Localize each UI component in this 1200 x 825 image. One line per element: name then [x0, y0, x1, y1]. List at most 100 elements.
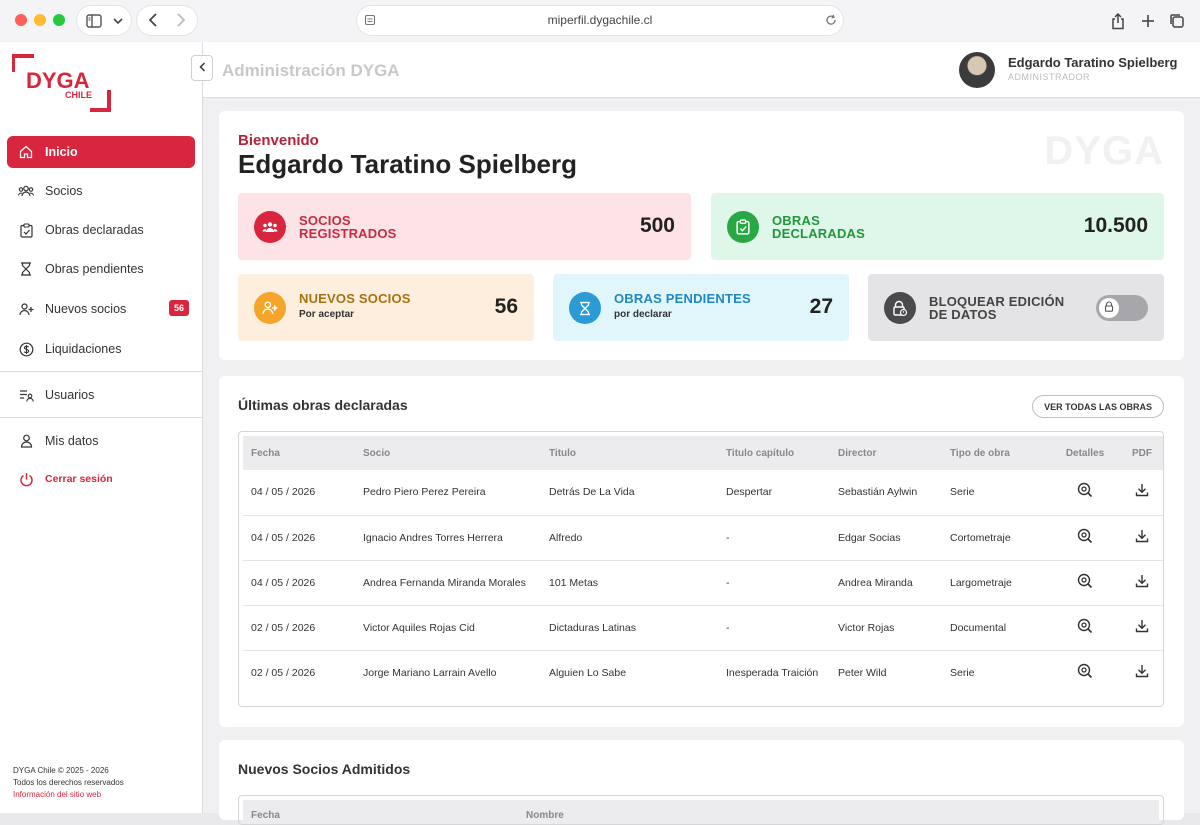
- stat-value: 500: [639, 214, 675, 237]
- sidebar: DYGA CHILE Inicio Socios Obras declarada…: [0, 42, 203, 813]
- search-details-icon: [1077, 483, 1093, 501]
- cell-tipo: Largometraje: [942, 560, 1054, 606]
- back-button[interactable]: [144, 11, 162, 29]
- sidebar-item-label: Obras pendientes: [45, 262, 144, 276]
- column-header[interactable]: Nombre: [526, 810, 564, 821]
- share-icon[interactable]: [1109, 11, 1127, 31]
- site-info-link[interactable]: Información del sitio web: [13, 789, 124, 801]
- toggle-knob: [1099, 298, 1119, 318]
- sidebar-item-label: Obras declaradas: [45, 223, 144, 237]
- dyga-watermark: DYGA: [1044, 129, 1164, 173]
- pdf-download-button[interactable]: [1116, 650, 1163, 695]
- address-bar[interactable]: miperfil.dygachile.cl: [357, 6, 843, 35]
- cell-director: Peter Wild: [838, 666, 887, 679]
- power-icon: [17, 470, 35, 488]
- column-header[interactable]: Titulo capítulo: [718, 436, 830, 470]
- cell-tipo: Cortometraje: [942, 515, 1054, 561]
- search-details-icon: [1077, 663, 1093, 682]
- collapse-sidebar-button[interactable]: [191, 55, 213, 81]
- ver-todas-obras-button[interactable]: VER TODAS LAS OBRAS: [1032, 395, 1164, 418]
- table-row: 04 / 05 / 2026 Pedro Piero Perez Pereira D…: [243, 470, 1163, 516]
- users-icon: [17, 182, 35, 200]
- details-button[interactable]: [1054, 515, 1116, 561]
- details-button[interactable]: [1054, 470, 1116, 516]
- stat-label: OBRAS DECLARADAS: [772, 214, 865, 240]
- pdf-download-button[interactable]: [1116, 470, 1163, 516]
- stat-value: 27: [809, 295, 833, 318]
- search-details-icon: [1077, 528, 1093, 547]
- sidebar-toggle-button[interactable]: [77, 6, 131, 35]
- details-button[interactable]: [1054, 650, 1116, 695]
- new-tab-icon[interactable]: [1139, 12, 1157, 30]
- pdf-download-button[interactable]: [1116, 560, 1163, 606]
- clipboard-check-icon: [727, 211, 759, 243]
- download-icon: [1135, 664, 1149, 681]
- cell-tipo: Serie: [950, 666, 975, 679]
- page-title: Administración DYGA: [222, 61, 400, 80]
- column-header[interactable]: Tipo de obra: [942, 436, 1054, 470]
- stat-obras-pendientes[interactable]: OBRAS PENDIENTES por declarar 27: [553, 274, 849, 341]
- lock-edit-toggle[interactable]: [1096, 295, 1148, 321]
- logout-button[interactable]: Cerrar sesión: [7, 463, 195, 495]
- sidebar-divider: [0, 371, 202, 372]
- tab-overview-icon[interactable]: [1167, 11, 1187, 31]
- search-details-icon: [1077, 618, 1093, 637]
- avatar[interactable]: [959, 52, 995, 88]
- minimize-window-button[interactable]: [34, 14, 46, 26]
- sidebar-item-nuevos-socios[interactable]: Nuevos socios 56: [7, 293, 195, 325]
- maximize-window-button[interactable]: [53, 14, 65, 26]
- column-header[interactable]: Socio: [355, 436, 541, 470]
- section-title: Nuevos Socios Admitidos: [238, 761, 411, 777]
- stat-label: NUEVOS SOCIOS: [299, 291, 411, 306]
- column-header[interactable]: Fecha: [251, 810, 280, 821]
- lock-icon: [1104, 299, 1114, 317]
- home-icon: [17, 143, 35, 161]
- cell-titulo: 101 Metas: [541, 560, 718, 606]
- stat-bloquear-edicion: BLOQUEAR EDICIÓN DE DATOS: [868, 274, 1164, 341]
- stat-socios-registrados[interactable]: SOCIOS REGISTRADOS 500: [238, 193, 691, 260]
- browser-toolbar: miperfil.dygachile.cl: [0, 0, 1200, 42]
- cell-fecha: 02 / 05 / 2026: [251, 666, 316, 679]
- cell-socio: Ignacio Andres Torres Herrera: [355, 515, 541, 561]
- column-header[interactable]: Fecha: [243, 436, 355, 470]
- stat-nuevos-socios[interactable]: NUEVOS SOCIOS Por aceptar 56: [238, 274, 534, 341]
- sidebar-item-label: Cerrar sesión: [45, 473, 113, 485]
- details-button[interactable]: [1054, 605, 1116, 651]
- cell-socio: Andrea Fernanda Miranda Morales: [355, 560, 541, 606]
- cell-tipo: Documental: [942, 605, 1054, 651]
- sidebar-divider: [0, 417, 202, 418]
- stat-sublabel: Por aceptar: [299, 309, 355, 320]
- users-icon: [254, 211, 286, 243]
- column-header[interactable]: Director: [830, 436, 942, 470]
- sidebar-item-obras-declaradas[interactable]: Obras declaradas: [7, 214, 195, 246]
- pdf-download-button[interactable]: [1116, 605, 1163, 651]
- stat-obras-declaradas[interactable]: OBRAS DECLARADAS 10.500: [711, 193, 1164, 260]
- obras-table: Fecha Socio Titulo Titulo capítulo Direc…: [243, 436, 1163, 695]
- dollar-icon: [17, 340, 35, 358]
- table-row: 04 / 05 / 2026 Ignacio Andres Torres Herr…: [243, 515, 1163, 561]
- cell-socio: Pedro Piero Perez Pereira: [355, 470, 541, 516]
- details-button[interactable]: [1054, 560, 1116, 606]
- cell-capitulo: -: [718, 515, 830, 561]
- column-header[interactable]: Titulo: [541, 436, 718, 470]
- cell-capitulo: -: [718, 560, 830, 606]
- cell-director: Andrea Miranda: [830, 560, 942, 606]
- sidebar-item-usuarios[interactable]: Usuarios: [7, 379, 195, 411]
- stat-label: OBRAS PENDIENTES: [614, 291, 751, 306]
- sidebar-item-liquidaciones[interactable]: Liquidaciones: [7, 333, 195, 365]
- chevron-down-icon: [110, 12, 126, 30]
- footer-rights: Todos los derechos reservados: [13, 778, 124, 787]
- sidebar-item-socios[interactable]: Socios: [7, 175, 195, 207]
- sidebar-item-mis-datos[interactable]: Mis datos: [7, 425, 195, 457]
- cell-fecha: 04 / 05 / 2026: [243, 515, 355, 561]
- forward-button[interactable]: [172, 11, 190, 29]
- cell-capitulo: Inesperada Traición: [726, 666, 819, 679]
- clipboard-icon: [17, 221, 35, 239]
- sidebar-item-obras-pendientes[interactable]: Obras pendientes: [7, 253, 195, 285]
- sidebar-item-label: Nuevos socios: [45, 302, 127, 316]
- dyga-logo[interactable]: DYGA CHILE: [11, 54, 112, 112]
- sidebar-item-inicio[interactable]: Inicio: [7, 136, 195, 168]
- reload-icon[interactable]: [824, 13, 838, 27]
- pdf-download-button[interactable]: [1116, 515, 1163, 561]
- close-window-button[interactable]: [15, 14, 27, 26]
